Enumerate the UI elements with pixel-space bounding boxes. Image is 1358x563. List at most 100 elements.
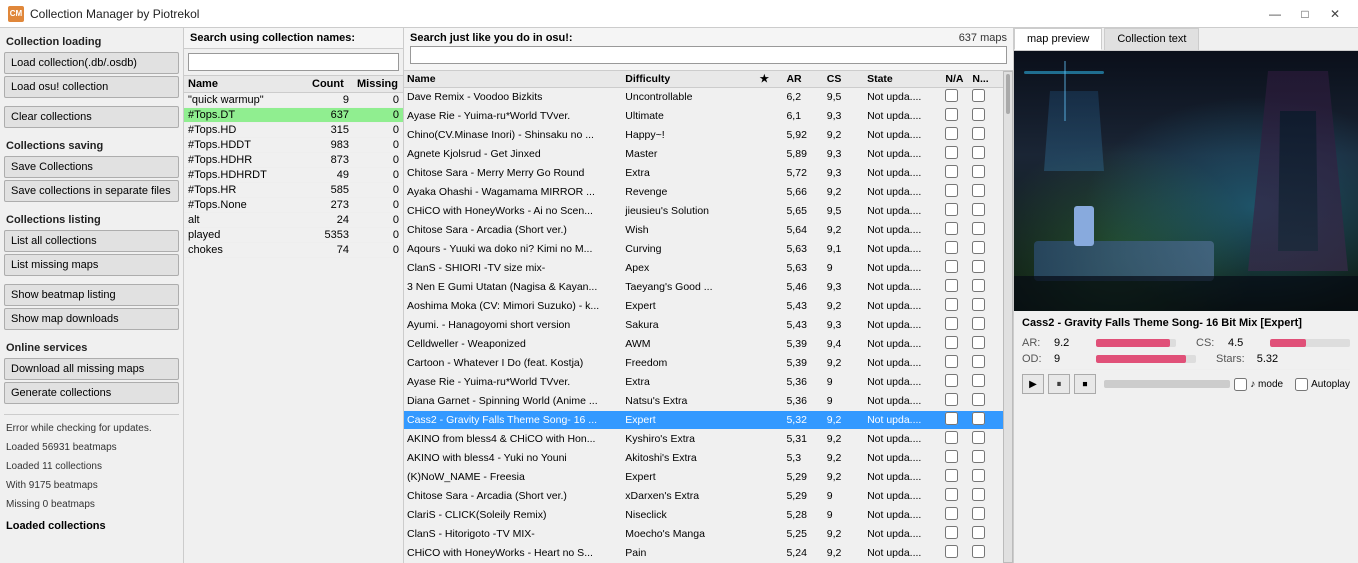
map-n-check[interactable] (969, 107, 1003, 126)
map-na-check[interactable] (942, 278, 969, 297)
map-row[interactable]: Aqours - Yuuki wa doko ni? Kimi no M... … (404, 240, 1003, 259)
autoplay-checkbox[interactable] (1295, 378, 1308, 391)
map-na-check[interactable] (942, 430, 969, 449)
list-all-collections-button[interactable]: List all collections (4, 230, 179, 252)
map-row[interactable]: Diana Garnet - Spinning World (Anime ...… (404, 392, 1003, 411)
mode-checkbox[interactable] (1234, 378, 1247, 391)
map-n-check[interactable] (969, 297, 1003, 316)
play-button[interactable]: ▶ (1022, 374, 1044, 394)
map-n-check[interactable] (969, 278, 1003, 297)
list-missing-maps-button[interactable]: List missing maps (4, 254, 179, 276)
generate-collections-button[interactable]: Generate collections (4, 382, 179, 404)
map-n-check[interactable] (969, 88, 1003, 107)
maximize-button[interactable]: □ (1290, 4, 1320, 24)
collection-row[interactable]: #Tops.HDHRDT 49 0 (184, 168, 403, 183)
map-na-check[interactable] (942, 544, 969, 563)
map-n-check[interactable] (969, 506, 1003, 525)
map-na-check[interactable] (942, 373, 969, 392)
autoplay-check[interactable]: Autoplay (1295, 378, 1350, 391)
map-n-check[interactable] (969, 544, 1003, 563)
collection-row[interactable]: #Tops.HDDT 983 0 (184, 138, 403, 153)
collection-row[interactable]: played 5353 0 (184, 228, 403, 243)
map-na-check[interactable] (942, 316, 969, 335)
clear-collections-button[interactable]: Clear collections (4, 106, 179, 128)
map-n-check[interactable] (969, 392, 1003, 411)
map-na-check[interactable] (942, 335, 969, 354)
map-n-check[interactable] (969, 468, 1003, 487)
map-na-check[interactable] (942, 354, 969, 373)
mode-check[interactable]: ♪ mode (1234, 378, 1283, 391)
close-button[interactable]: ✕ (1320, 4, 1350, 24)
map-n-check[interactable] (969, 335, 1003, 354)
show-beatmap-listing-button[interactable]: Show beatmap listing (4, 284, 179, 306)
map-row[interactable]: (K)NoW_NAME - Freesia Expert 5,29 9,2 No… (404, 468, 1003, 487)
collection-row[interactable]: #Tops.DT 637 0 (184, 108, 403, 123)
map-n-check[interactable] (969, 221, 1003, 240)
tab-map-preview[interactable]: map preview (1014, 28, 1102, 50)
map-n-check[interactable] (969, 487, 1003, 506)
collection-row[interactable]: #Tops.HDHR 873 0 (184, 153, 403, 168)
map-n-check[interactable] (969, 240, 1003, 259)
map-row[interactable]: CHiCO with HoneyWorks - Heart no S... Pa… (404, 544, 1003, 563)
download-missing-maps-button[interactable]: Download all missing maps (4, 358, 179, 380)
map-na-check[interactable] (942, 449, 969, 468)
maps-search-input[interactable] (410, 46, 1007, 64)
load-osu-collection-button[interactable]: Load osu! collection (4, 76, 179, 98)
map-na-check[interactable] (942, 297, 969, 316)
map-n-check[interactable] (969, 411, 1003, 430)
map-row[interactable]: CHiCO with HoneyWorks - Ai no Scen... ji… (404, 202, 1003, 221)
map-n-check[interactable] (969, 202, 1003, 221)
collection-row[interactable]: alt 24 0 (184, 213, 403, 228)
map-n-check[interactable] (969, 259, 1003, 278)
map-na-check[interactable] (942, 392, 969, 411)
map-na-check[interactable] (942, 240, 969, 259)
map-na-check[interactable] (942, 411, 969, 430)
map-na-check[interactable] (942, 126, 969, 145)
tab-collection-text[interactable]: Collection text (1104, 28, 1199, 50)
collection-row[interactable]: #Tops.None 273 0 (184, 198, 403, 213)
map-na-check[interactable] (942, 183, 969, 202)
map-na-check[interactable] (942, 468, 969, 487)
save-collections-button[interactable]: Save Collections (4, 156, 179, 178)
collection-row[interactable]: #Tops.HR 585 0 (184, 183, 403, 198)
map-row[interactable]: Cartoon - Whatever I Do (feat. Kostja) F… (404, 354, 1003, 373)
map-na-check[interactable] (942, 259, 969, 278)
map-row[interactable]: Ayaka Ohashi - Wagamama MIRROR ... Reven… (404, 183, 1003, 202)
maps-scrollbar[interactable] (1003, 71, 1013, 563)
map-na-check[interactable] (942, 202, 969, 221)
load-collection-button[interactable]: Load collection(.db/.osdb) (4, 52, 179, 74)
map-row[interactable]: Celldweller - Weaponized AWM 5,39 9,4 No… (404, 335, 1003, 354)
map-na-check[interactable] (942, 506, 969, 525)
map-n-check[interactable] (969, 145, 1003, 164)
map-n-check[interactable] (969, 316, 1003, 335)
map-na-check[interactable] (942, 145, 969, 164)
stop-button[interactable]: ⏹ (1074, 374, 1096, 394)
collection-row[interactable]: "quick warmup" 9 0 (184, 93, 403, 108)
map-na-check[interactable] (942, 107, 969, 126)
map-row[interactable]: Aoshima Moka (CV: Mimori Suzuko) - k... … (404, 297, 1003, 316)
map-na-check[interactable] (942, 221, 969, 240)
map-row[interactable]: Ayase Rie - Yuima-ru*World TVver. Extra … (404, 373, 1003, 392)
map-n-check[interactable] (969, 430, 1003, 449)
map-row[interactable]: ClanS - SHIORI -TV size mix- Apex 5,63 9… (404, 259, 1003, 278)
map-row[interactable]: Ayumi. - Hanagoyomi short version Sakura… (404, 316, 1003, 335)
maps-table-wrap[interactable]: Name Difficulty ★ AR CS State N/A N... D… (404, 71, 1003, 563)
pause-button[interactable]: ⏸ (1048, 374, 1070, 394)
map-na-check[interactable] (942, 525, 969, 544)
map-n-check[interactable] (969, 373, 1003, 392)
map-row[interactable]: Chitose Sara - Arcadia (Short ver.) xDar… (404, 487, 1003, 506)
save-collections-separate-button[interactable]: Save collections in separate files (4, 180, 179, 202)
map-n-check[interactable] (969, 126, 1003, 145)
map-row[interactable]: Chitose Sara - Merry Merry Go Round Extr… (404, 164, 1003, 183)
collections-search-input[interactable] (188, 53, 399, 71)
map-row[interactable]: Cass2 - Gravity Falls Theme Song- 16 ...… (404, 411, 1003, 430)
map-row[interactable]: Dave Remix - Voodoo Bizkits Uncontrollab… (404, 88, 1003, 107)
collection-row[interactable]: #Tops.HD 315 0 (184, 123, 403, 138)
map-na-check[interactable] (942, 487, 969, 506)
minimize-button[interactable]: — (1260, 4, 1290, 24)
map-row[interactable]: AKINO with bless4 - Yuki no Youni Akitos… (404, 449, 1003, 468)
map-na-check[interactable] (942, 164, 969, 183)
maps-scrollbar-thumb[interactable] (1006, 74, 1010, 114)
collection-row[interactable]: chokes 74 0 (184, 243, 403, 258)
show-map-downloads-button[interactable]: Show map downloads (4, 308, 179, 330)
